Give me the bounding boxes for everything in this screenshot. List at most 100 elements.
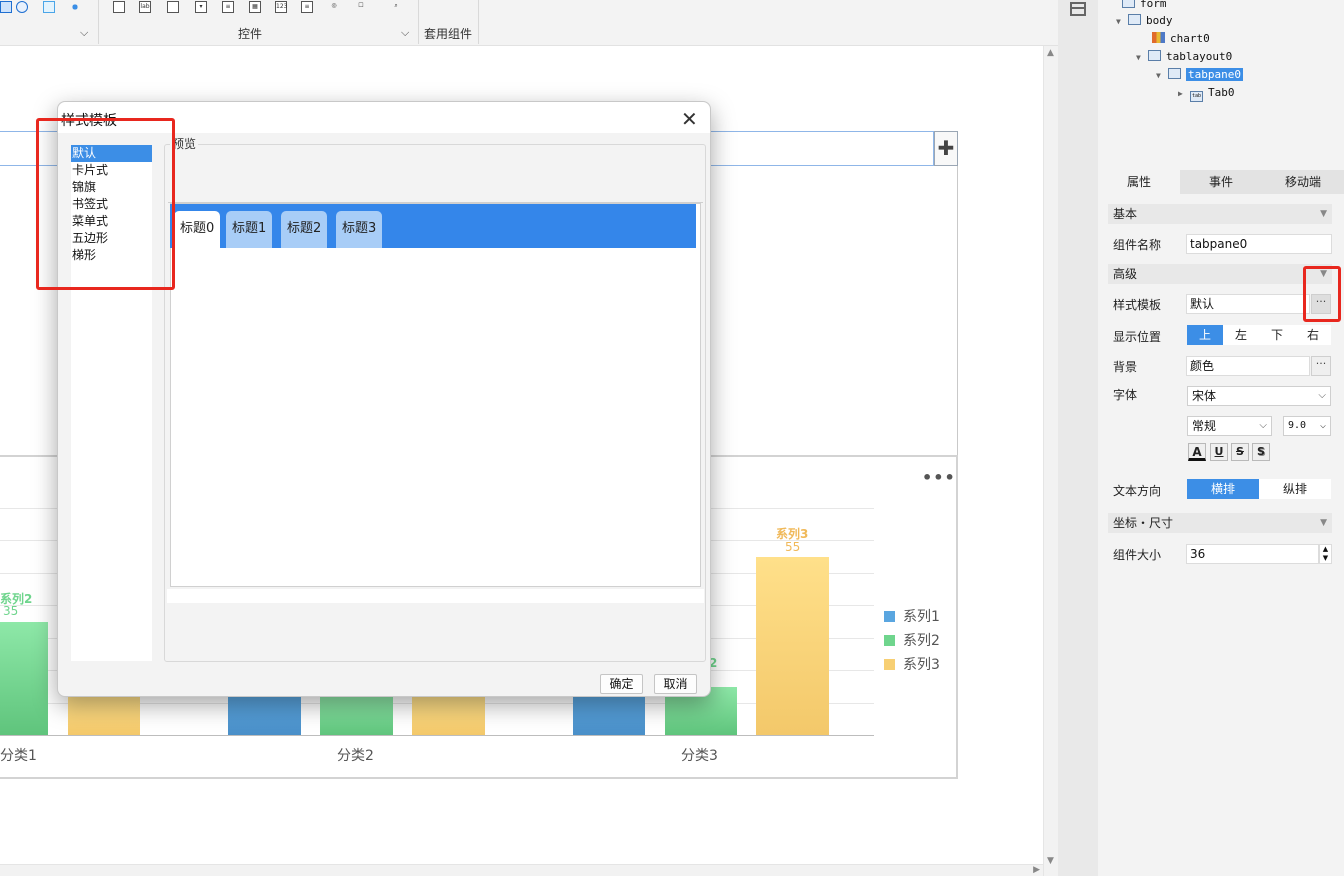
add-tab-button[interactable]: ✚ xyxy=(934,131,958,166)
data-label-value: 55 xyxy=(785,540,801,554)
position-left-button[interactable]: 左 xyxy=(1223,325,1259,345)
collapse-icon[interactable]: ▼ xyxy=(1156,71,1168,80)
textfield-icon[interactable] xyxy=(167,1,179,13)
font-size-select[interactable]: 9.0 ⌵ xyxy=(1283,416,1331,436)
widget-icon[interactable] xyxy=(43,1,55,13)
close-icon[interactable]: ✕ xyxy=(681,107,698,131)
controls-group-label: 控件 xyxy=(238,27,263,41)
legend-swatch xyxy=(884,611,895,622)
button-icon[interactable] xyxy=(113,1,125,13)
font-color-button[interactable]: A xyxy=(1188,443,1206,461)
gauge-icon[interactable] xyxy=(16,1,28,13)
component-name-field[interactable]: tabpane0 xyxy=(1186,234,1332,254)
background-label: 背景 xyxy=(1113,360,1138,374)
font-style-select[interactable]: 常规 ⌵ xyxy=(1187,416,1272,436)
strikethrough-button[interactable]: S xyxy=(1231,443,1249,461)
legend-item-series2[interactable]: 系列2 xyxy=(884,630,940,650)
tree-node-body[interactable]: ▼ body xyxy=(1116,14,1173,27)
display-position-label: 显示位置 xyxy=(1113,330,1162,344)
tree-node-label: tabpane0 xyxy=(1186,68,1243,81)
search-icon[interactable]: ⌕ xyxy=(390,1,402,13)
bar-series1-category3[interactable] xyxy=(573,695,645,735)
legend-item-series1[interactable]: 系列1 xyxy=(884,606,940,626)
expand-icon[interactable]: ▶ xyxy=(1178,89,1190,98)
preview-bottom-area xyxy=(167,589,704,603)
ok-button[interactable]: 确定 xyxy=(600,674,643,694)
checkbox-icon[interactable]: ☐ xyxy=(355,1,367,13)
collapse-caret-icon[interactable]: ▼ xyxy=(1320,204,1327,224)
collapse-icon[interactable]: ▼ xyxy=(1116,17,1128,26)
vertical-scrollbar[interactable]: ▲ ▼ xyxy=(1043,46,1058,876)
tree-node-tab0[interactable]: ▶ tab Tab0 xyxy=(1178,86,1235,102)
tree-node-tablayout0[interactable]: ▼ tablayout0 xyxy=(1136,50,1232,63)
tree-node-tabpane0[interactable]: ▼ tabpane0 xyxy=(1156,68,1243,81)
bar-series2-category2[interactable] xyxy=(320,697,393,735)
bar-series2-category1[interactable] xyxy=(0,621,48,735)
controls-expand-icon[interactable]: ⌵ xyxy=(401,26,409,40)
tab-body-border xyxy=(957,166,958,456)
spinner-up-icon[interactable]: ▲ xyxy=(1323,545,1328,553)
horizontal-scrollbar[interactable]: ▶ xyxy=(0,864,1043,876)
shadow-button[interactable]: S xyxy=(1252,443,1270,461)
radio-icon[interactable]: ◎ xyxy=(328,1,340,13)
bar-series3-category1[interactable] xyxy=(68,695,140,735)
tab-mobile[interactable]: 移动端 xyxy=(1262,170,1344,194)
size-spinner[interactable]: ▲ ▼ xyxy=(1319,544,1332,564)
component-size-label: 组件大小 xyxy=(1113,548,1162,562)
group-expand-icon[interactable]: ⌵ xyxy=(80,26,88,40)
list-icon[interactable]: ≡ xyxy=(222,1,234,13)
component-name-label: 组件名称 xyxy=(1113,238,1162,252)
bar-series3-category3[interactable] xyxy=(756,556,829,735)
position-top-button[interactable]: 上 xyxy=(1187,325,1223,345)
text-direction-label: 文本方向 xyxy=(1113,484,1162,498)
tree-node-form[interactable]: form xyxy=(1110,0,1167,10)
tab-events[interactable]: 事件 xyxy=(1180,170,1262,194)
scatter-icon[interactable] xyxy=(69,1,81,13)
tab-properties[interactable]: 属性 xyxy=(1098,170,1180,194)
font-family-select[interactable]: 宋体 ⌵ xyxy=(1187,386,1331,406)
section-basic[interactable]: 基本 ▼ xyxy=(1108,204,1332,224)
scroll-right-icon[interactable]: ▶ xyxy=(1033,865,1040,875)
section-coords-size[interactable]: 坐标・尺寸 ▼ xyxy=(1108,513,1332,533)
direction-vertical-button[interactable]: 纵排 xyxy=(1259,479,1331,499)
style-template-field[interactable]: 默认 xyxy=(1186,294,1310,314)
background-field[interactable]: 颜色 xyxy=(1186,356,1310,376)
more-options-icon[interactable]: ••• xyxy=(922,468,956,487)
font-label: 字体 xyxy=(1113,388,1138,402)
collapse-caret-icon[interactable]: ▼ xyxy=(1320,513,1327,533)
toolbar-separator xyxy=(478,0,479,44)
component-tree[interactable]: form ▼ body chart0 ▼ tablayout0 ▼ tabpane0 … xyxy=(1098,0,1344,170)
scroll-down-icon[interactable]: ▼ xyxy=(1047,856,1054,866)
preview-canvas xyxy=(170,203,701,587)
bar-series3-category2[interactable] xyxy=(412,697,485,735)
chart-icon[interactable] xyxy=(0,1,12,13)
legend-item-series3[interactable]: 系列3 xyxy=(884,654,940,674)
direction-horizontal-button[interactable]: 横排 xyxy=(1187,479,1259,499)
combobox-icon[interactable]: ▾ xyxy=(195,1,207,13)
tabpane-icon xyxy=(1168,68,1181,79)
label-icon[interactable]: lab xyxy=(139,1,151,13)
suite-group-label[interactable]: 套用组件 xyxy=(424,25,472,42)
position-right-button[interactable]: 右 xyxy=(1295,325,1331,345)
component-size-field[interactable]: 36 xyxy=(1186,544,1319,564)
background-ellipsis-button[interactable]: ··· xyxy=(1311,356,1331,376)
table-icon[interactable]: ▦ xyxy=(249,1,261,13)
tree-node-label: body xyxy=(1146,14,1173,27)
spinner-down-icon[interactable]: ▼ xyxy=(1323,554,1328,562)
legend-swatch xyxy=(884,659,895,670)
chevron-down-icon: ⌵ xyxy=(1319,420,1326,431)
layout-panel-icon[interactable] xyxy=(1070,2,1086,16)
cancel-button[interactable]: 取消 xyxy=(654,674,697,694)
preview-tab-2: 标题2 xyxy=(281,211,328,248)
collapse-icon[interactable]: ▼ xyxy=(1136,53,1148,62)
tree-node-label: chart0 xyxy=(1170,32,1210,45)
textarea-icon[interactable]: ≡ xyxy=(301,1,313,13)
section-advanced[interactable]: 高级 ▼ xyxy=(1108,264,1332,284)
underline-button[interactable]: U xyxy=(1210,443,1228,461)
bar-series1-category2[interactable] xyxy=(228,697,301,735)
position-bottom-button[interactable]: 下 xyxy=(1259,325,1295,345)
tree-node-chart0[interactable]: chart0 xyxy=(1140,32,1210,45)
scroll-up-icon[interactable]: ▲ xyxy=(1047,48,1054,58)
toolbar: lab ▾ ≡ ▦ 123 ≡ ◎ ☐ ⌕ ⌵ 控件 ⌵ 套用组件 xyxy=(0,0,1058,46)
number-icon[interactable]: 123 xyxy=(275,1,287,13)
